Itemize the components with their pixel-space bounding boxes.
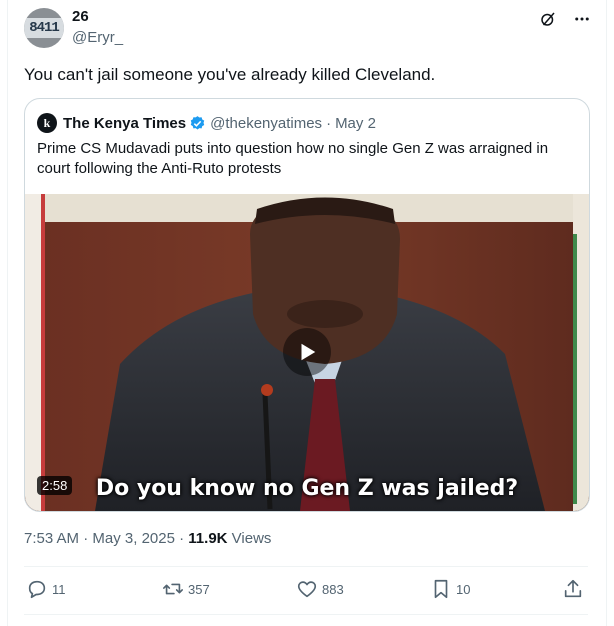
play-button[interactable] <box>283 328 331 376</box>
repost-button[interactable]: 357 <box>162 578 210 600</box>
tweet-time[interactable]: 7:53 AM <box>24 530 79 547</box>
tweet-text: You can't jail someone you've already ki… <box>24 65 436 84</box>
meta-separator: · <box>179 530 185 547</box>
right-frame-line <box>606 0 607 626</box>
repost-icon <box>163 583 183 595</box>
views-count: 11.9K <box>188 530 228 547</box>
bookmark-button[interactable]: 10 <box>430 578 470 600</box>
bookmark-count: 10 <box>456 581 471 597</box>
quoted-tweet[interactable]: k The Kenya Times @thekenyatimes · May 2… <box>24 98 590 512</box>
share-icon <box>564 579 582 598</box>
left-frame-line <box>7 0 8 626</box>
tweet-meta: 7:53 AM · May 3, 2025 · 11.9K Views <box>24 530 271 547</box>
quote-date[interactable]: May 2 <box>335 115 376 132</box>
author-avatar[interactable]: 8411 <box>24 8 64 48</box>
reply-count: 11 <box>52 581 66 597</box>
quote-header: k The Kenya Times @thekenyatimes · May 2 <box>37 113 376 133</box>
like-button[interactable]: 883 <box>296 578 344 600</box>
grok-icon[interactable] <box>538 9 558 29</box>
author-handle[interactable]: @Eryr_ <box>72 29 123 46</box>
video-caption: Do you know no Gen Z was jailed? <box>95 476 519 501</box>
more-icon[interactable] <box>572 9 592 29</box>
share-button[interactable] <box>562 578 584 600</box>
reply-icon <box>28 580 46 599</box>
quote-text: Prime CS Mudavadi puts into question how… <box>37 140 549 177</box>
quote-separator: · <box>326 114 332 132</box>
video-player[interactable]: 2:58 Do you know no Gen Z was jailed? <box>25 194 589 511</box>
reply-button[interactable]: 11 <box>26 578 66 600</box>
tweet-date[interactable]: May 3, 2025 <box>92 530 175 547</box>
author-name[interactable]: 26 <box>72 8 89 25</box>
avatar-plate: 8411 <box>24 18 64 38</box>
tweet-top-actions <box>538 9 592 29</box>
divider-top <box>24 566 588 567</box>
like-icon <box>297 581 317 598</box>
views-label: Views <box>231 530 272 547</box>
quote-author-handle[interactable]: @thekenyatimes <box>210 115 322 132</box>
action-bar: 11 357 883 10 <box>24 578 588 604</box>
repost-count: 357 <box>188 581 210 597</box>
meta-separator: · <box>83 530 89 547</box>
like-count: 883 <box>322 581 344 597</box>
quote-author-name[interactable]: The Kenya Times <box>63 115 186 132</box>
play-icon <box>301 343 316 361</box>
divider-bottom <box>24 614 588 615</box>
verified-badge-icon <box>189 115 206 132</box>
quote-avatar[interactable]: k <box>37 113 57 133</box>
bookmark-icon <box>434 579 448 599</box>
